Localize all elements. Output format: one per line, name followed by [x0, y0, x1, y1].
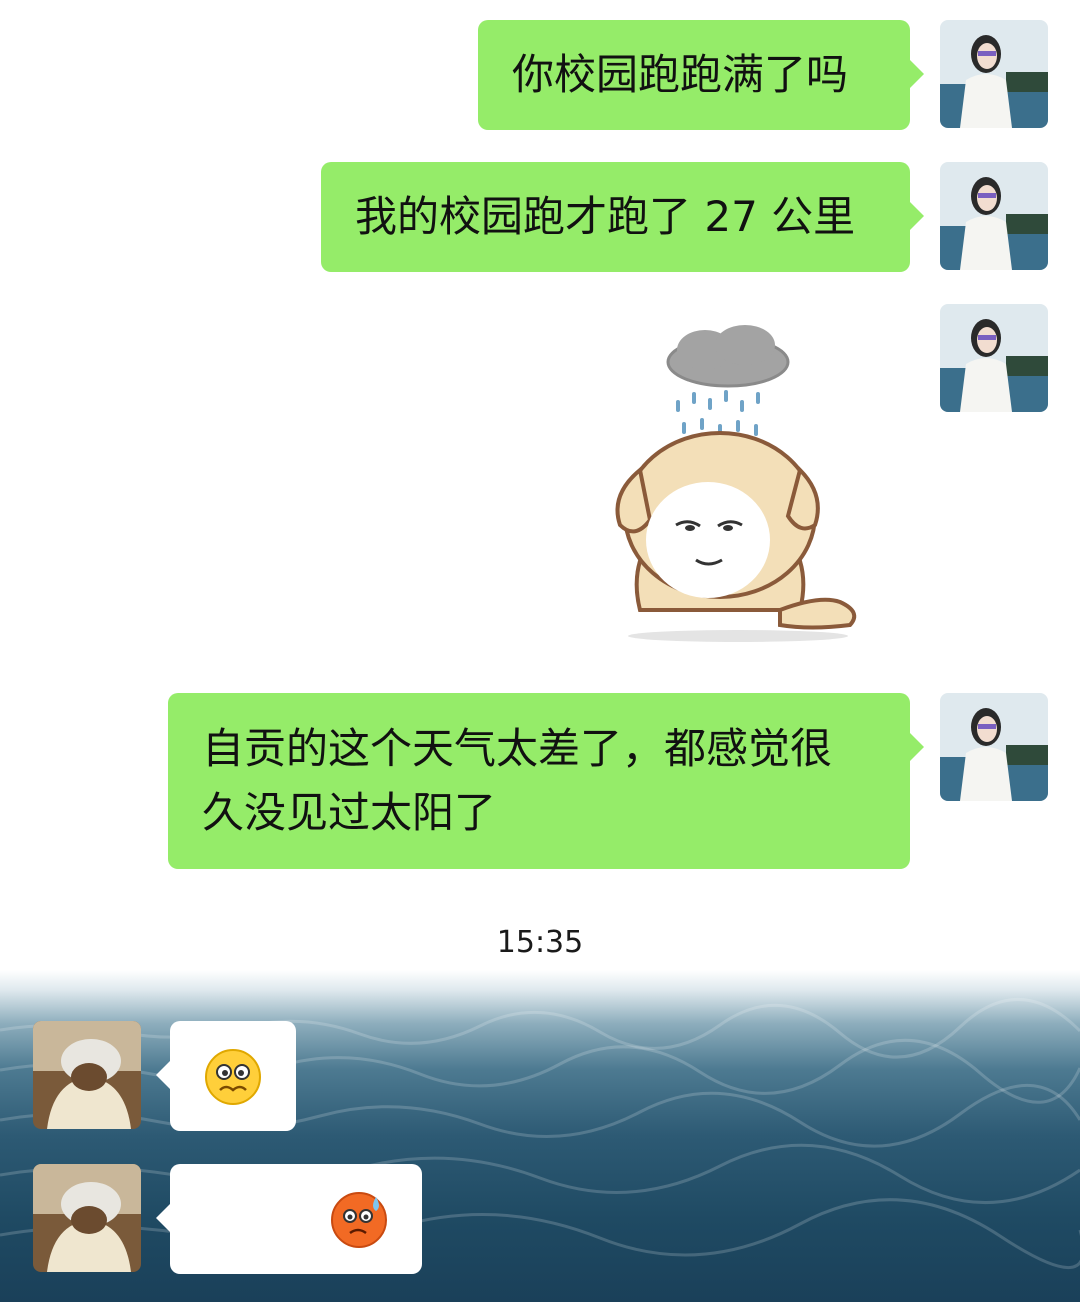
sweat-face-emoji — [331, 1192, 387, 1248]
my-avatar[interactable] — [940, 20, 1048, 128]
contact-avatar[interactable] — [33, 1021, 141, 1129]
message-bubble-1[interactable]: 你校园跑跑满了吗 — [478, 20, 924, 130]
message-bubble-2[interactable]: 我的校园跑才跑了 27 公里 — [321, 162, 924, 272]
message-timestamp: 15:35 — [496, 925, 584, 960]
rain-cloud-icon — [666, 325, 790, 388]
message-bubble-4[interactable]: 自贡的这个天气太差了，都感觉很 久没见过太阳了 — [168, 693, 924, 869]
my-avatar[interactable] — [940, 162, 1048, 270]
chat-background-sea — [0, 970, 1080, 1302]
worried-face-emoji — [205, 1049, 261, 1105]
message-text-1: 你校园跑跑满了吗 — [512, 50, 849, 99]
message-text-4-line-1: 自贡的这个天气太差了，都感觉很 — [202, 724, 833, 773]
message-text-4-line-2: 久没见过太阳了 — [202, 788, 497, 837]
contact-avatar[interactable] — [33, 1164, 141, 1272]
rain-cloud-sad-dog-sticker[interactable] — [610, 320, 870, 645]
my-avatar[interactable] — [940, 693, 1048, 801]
message-text-2: 我的校园跑才跑了 27 公里 — [355, 192, 856, 241]
my-avatar[interactable] — [940, 304, 1048, 412]
contact-message-bubble-1[interactable] — [156, 1021, 296, 1131]
contact-message-bubble-2[interactable] — [156, 1164, 422, 1274]
